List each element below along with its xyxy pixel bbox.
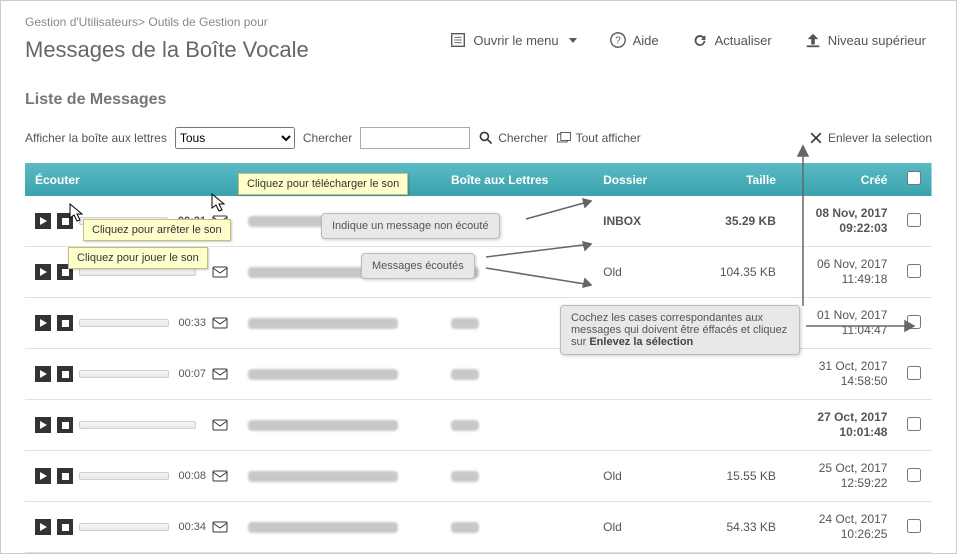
folder-value: Old bbox=[593, 451, 684, 502]
play-button[interactable] bbox=[35, 213, 51, 229]
duration: 00:34 bbox=[179, 521, 207, 533]
folder-value bbox=[593, 349, 684, 400]
progress-bar[interactable] bbox=[79, 523, 169, 531]
show-all-button[interactable]: Tout afficher bbox=[556, 130, 641, 146]
folder-value bbox=[593, 400, 684, 451]
up-level-icon bbox=[804, 31, 822, 49]
mailbox-value bbox=[451, 471, 479, 482]
section-title: Liste de Messages bbox=[25, 91, 932, 109]
col-listen[interactable]: Écouter bbox=[25, 163, 238, 196]
refresh-button[interactable]: Actualiser bbox=[691, 31, 772, 49]
progress-bar[interactable] bbox=[79, 319, 169, 327]
from-value bbox=[248, 420, 398, 431]
mailbox-select[interactable]: Tous bbox=[175, 127, 295, 149]
download-button[interactable] bbox=[212, 418, 228, 432]
search-button[interactable]: Chercher bbox=[478, 130, 547, 146]
folder-value: INBOX bbox=[593, 196, 684, 247]
progress-bar[interactable] bbox=[79, 370, 169, 378]
up-level-button[interactable]: Niveau supérieur bbox=[804, 31, 926, 49]
download-button[interactable] bbox=[212, 469, 228, 483]
row-checkbox[interactable] bbox=[907, 264, 921, 278]
play-button[interactable] bbox=[35, 315, 51, 331]
filter-label: Afficher la boîte aux lettres bbox=[25, 131, 167, 145]
date-value: 27 Oct, 201710:01:48 bbox=[786, 400, 898, 451]
date-value: 25 Oct, 201712:59:22 bbox=[786, 451, 898, 502]
play-button[interactable] bbox=[35, 264, 51, 280]
callout-read: Messages écoutés bbox=[361, 253, 475, 279]
from-value bbox=[248, 522, 398, 533]
download-button[interactable] bbox=[212, 367, 228, 381]
row-checkbox[interactable] bbox=[907, 366, 921, 380]
date-value: 31 Oct, 201714:58:50 bbox=[786, 349, 898, 400]
refresh-icon bbox=[691, 31, 709, 49]
row-checkbox[interactable] bbox=[907, 417, 921, 431]
download-button[interactable] bbox=[212, 520, 228, 534]
stop-button[interactable] bbox=[57, 468, 73, 484]
search-input[interactable] bbox=[360, 127, 470, 149]
duration: 00:33 bbox=[179, 317, 207, 329]
mailbox-value bbox=[451, 420, 479, 431]
chevron-down-icon bbox=[569, 38, 577, 43]
table-row: 00:07 31 Oct, 201714:58:50 bbox=[25, 349, 932, 400]
play-button[interactable] bbox=[35, 366, 51, 382]
breadcrumb: Gestion d'Utilisateurs> Outils de Gestio… bbox=[25, 15, 932, 29]
help-button[interactable]: ? Aide bbox=[609, 31, 659, 49]
size-value bbox=[684, 400, 785, 451]
callout-checkbox: Cochez les cases correspondantes aux mes… bbox=[560, 305, 800, 355]
play-button[interactable] bbox=[35, 468, 51, 484]
download-button[interactable] bbox=[212, 316, 228, 330]
progress-bar[interactable] bbox=[79, 268, 196, 276]
size-value: 15.55 KB bbox=[684, 451, 785, 502]
menu-icon bbox=[449, 31, 467, 49]
table-row: 00:08 Old 15.55 KB 25 Oct, 201712:59:22 bbox=[25, 451, 932, 502]
size-value: 104.35 KB bbox=[684, 247, 785, 298]
size-value bbox=[684, 349, 785, 400]
size-value: 35.29 KB bbox=[684, 196, 785, 247]
from-value bbox=[248, 369, 398, 380]
search-label: Chercher bbox=[303, 131, 352, 145]
mailbox-value bbox=[451, 522, 479, 533]
duration: 00:07 bbox=[179, 368, 207, 380]
stop-button[interactable] bbox=[57, 315, 73, 331]
search-icon bbox=[478, 130, 494, 146]
cursor-icon bbox=[69, 203, 85, 223]
hint-download: Cliquez pour télécharger le son bbox=[238, 173, 408, 195]
svg-text:?: ? bbox=[615, 36, 621, 47]
toolbar: Ouvrir le menu ? Aide Actualiser Niveau … bbox=[449, 31, 926, 49]
col-size[interactable]: Taille bbox=[684, 163, 785, 196]
folder-value: Old bbox=[593, 502, 684, 553]
size-value: 54.33 KB bbox=[684, 502, 785, 553]
select-all-checkbox[interactable] bbox=[907, 171, 921, 185]
open-menu-button[interactable]: Ouvrir le menu bbox=[449, 31, 576, 49]
table-row: 27 Oct, 201710:01:48 bbox=[25, 400, 932, 451]
stop-button[interactable] bbox=[57, 417, 73, 433]
folder-value: Old bbox=[593, 247, 684, 298]
col-folder[interactable]: Dossier bbox=[593, 163, 684, 196]
download-button[interactable] bbox=[212, 265, 228, 279]
row-checkbox[interactable] bbox=[907, 213, 921, 227]
help-icon: ? bbox=[609, 31, 627, 49]
hint-play: Cliquez pour jouer le son bbox=[68, 247, 208, 269]
mailbox-value bbox=[451, 318, 479, 329]
callout-unread: Indique un message non écouté bbox=[321, 213, 500, 239]
mailbox-value bbox=[451, 369, 479, 380]
breadcrumb-part1[interactable]: Gestion d'Utilisateurs bbox=[25, 15, 138, 29]
play-button[interactable] bbox=[35, 417, 51, 433]
date-value: 24 Oct, 201710:26:25 bbox=[786, 502, 898, 553]
stop-button[interactable] bbox=[57, 519, 73, 535]
table-row: 00:34 Old 54.33 KB 24 Oct, 201710:26:25 bbox=[25, 502, 932, 553]
progress-bar[interactable] bbox=[79, 472, 169, 480]
row-checkbox[interactable] bbox=[907, 468, 921, 482]
cursor-icon bbox=[211, 193, 227, 213]
from-value bbox=[248, 318, 398, 329]
breadcrumb-part2[interactable]: Outils de Gestion pour bbox=[148, 15, 267, 29]
stop-button[interactable] bbox=[57, 366, 73, 382]
hint-stop: Cliquez pour arrêter le son bbox=[83, 219, 231, 241]
show-all-icon bbox=[556, 130, 572, 146]
progress-bar[interactable] bbox=[79, 421, 196, 429]
play-button[interactable] bbox=[35, 519, 51, 535]
from-value bbox=[248, 471, 398, 482]
row-checkbox[interactable] bbox=[907, 519, 921, 533]
duration: 00:08 bbox=[179, 470, 207, 482]
